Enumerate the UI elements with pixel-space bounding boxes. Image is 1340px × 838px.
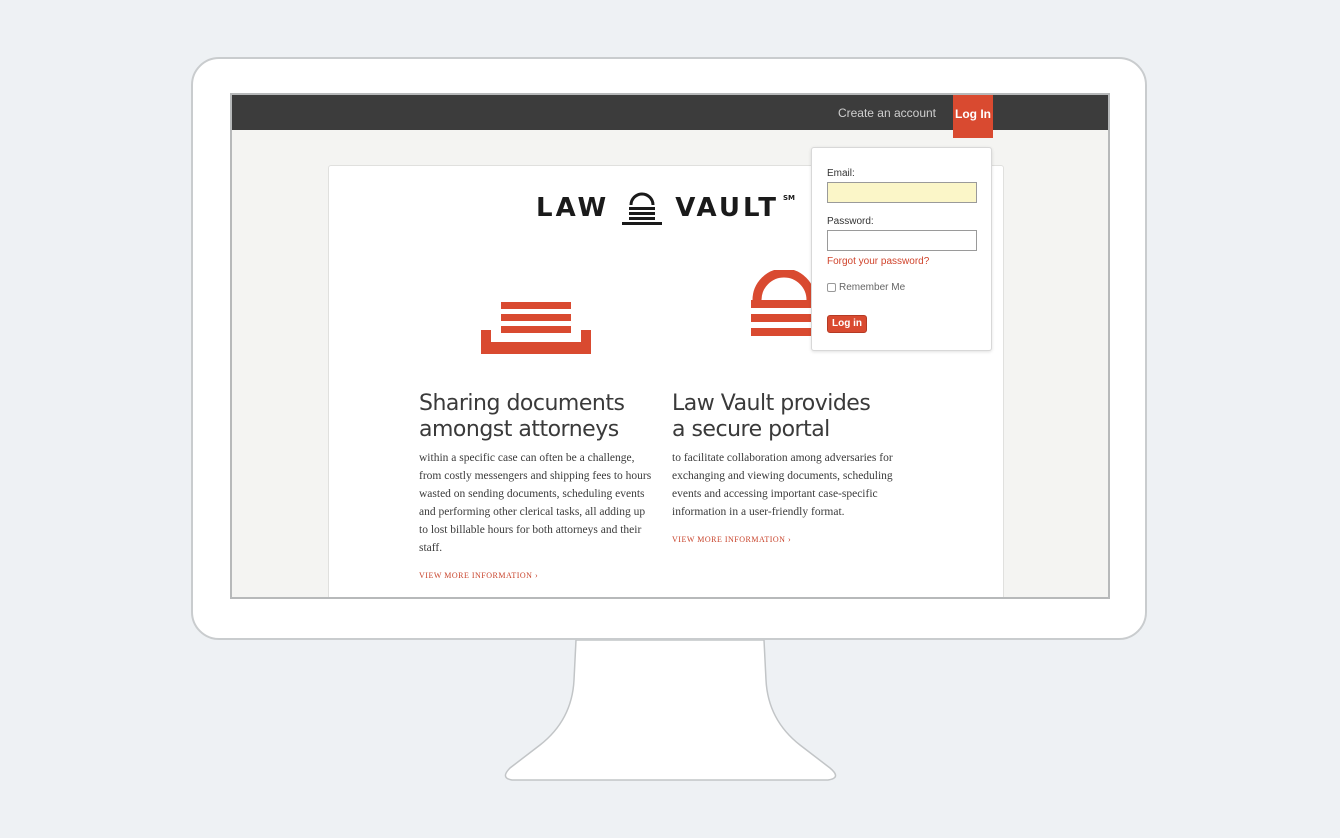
feature-sharing-body: within a specific case can often be a ch…	[419, 452, 652, 554]
remember-me-label: Remember Me	[839, 282, 906, 293]
feature-secure-body: to facilitate collaboration among advers…	[672, 452, 893, 518]
padlock-icon	[751, 270, 817, 336]
email-field[interactable]	[827, 182, 977, 203]
feature-secure-heading: Law Vault provides a secure portal	[672, 391, 908, 443]
password-field[interactable]	[827, 230, 977, 251]
logo-word-vault: VAULT	[675, 193, 779, 223]
login-tab-button[interactable]: Log In	[953, 95, 993, 138]
heading-line-1: Sharing documents	[419, 391, 625, 416]
email-label: Email:	[827, 168, 855, 179]
heading-line-2: a secure portal	[672, 417, 830, 442]
browser-screen: Create an account Log In LAW VAULT SM Sh…	[230, 93, 1110, 599]
feature-secure-portal: Law Vault provides a secure portal to fa…	[672, 391, 908, 544]
login-submit-button[interactable]: Log in	[827, 315, 867, 333]
remember-me[interactable]: Remember Me	[827, 282, 905, 293]
feature-sharing: Sharing documents amongst attorneys with…	[419, 391, 655, 580]
password-label: Password:	[827, 216, 874, 227]
service-mark: SM	[783, 194, 796, 202]
logo-lock-icon	[622, 192, 663, 225]
remember-me-checkbox[interactable]	[827, 283, 836, 292]
feature-sharing-heading: Sharing documents amongst attorneys	[419, 391, 655, 443]
law-vault-logo: LAW VAULT SM	[536, 192, 801, 225]
document-tray-icon	[481, 302, 591, 354]
heading-line-2: amongst attorneys	[419, 417, 619, 442]
view-more-link[interactable]: VIEW MORE INFORMATION ›	[672, 535, 908, 544]
logo-word-law: LAW	[536, 193, 610, 223]
create-account-link[interactable]: Create an account	[838, 106, 936, 120]
forgot-password-link[interactable]: Forgot your password?	[827, 256, 929, 267]
view-more-link[interactable]: VIEW MORE INFORMATION ›	[419, 571, 655, 580]
heading-line-1: Law Vault provides	[672, 391, 871, 416]
login-dropdown: Email: Password: Forgot your password? R…	[811, 147, 992, 351]
